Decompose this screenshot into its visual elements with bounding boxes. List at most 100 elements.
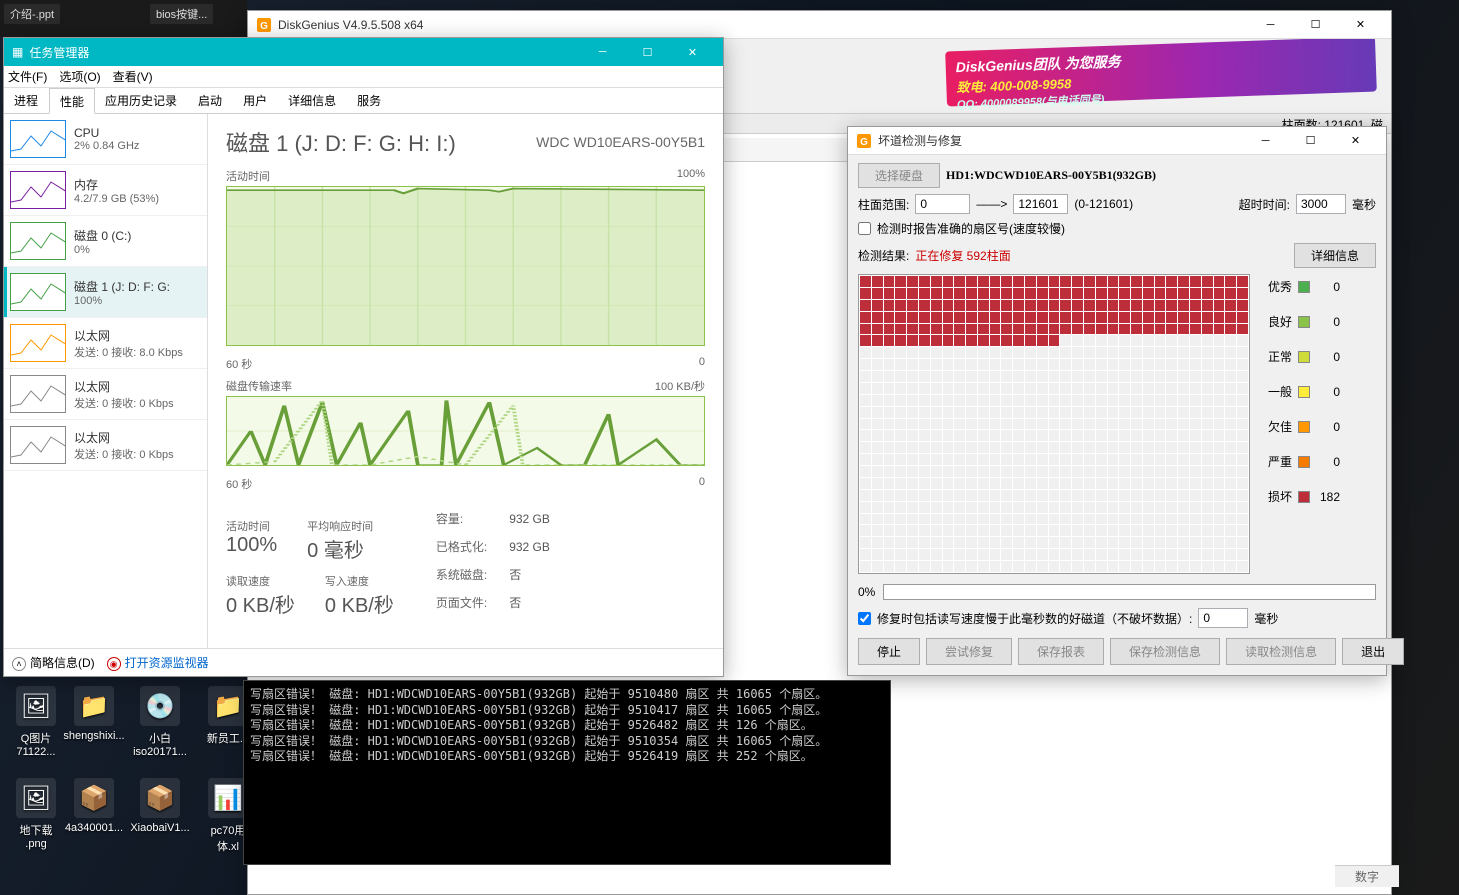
action-button[interactable]: 保存检测信息 <box>1110 638 1220 665</box>
tm-titlebar[interactable]: ▦ 任务管理器 ─ ☐ ✕ <box>4 38 723 66</box>
sidebar-item[interactable]: 磁盘 0 (C:)0% <box>4 216 207 267</box>
select-disk-button[interactable]: 选择硬盘 <box>858 163 940 188</box>
selected-disk: HD1:WDCWD10EARS-00Y5B1(932GB) <box>946 168 1156 183</box>
action-button[interactable]: 保存报表 <box>1018 638 1104 665</box>
sidebar-item[interactable]: 内存4.2/7.9 GB (53%) <box>4 165 207 216</box>
legend-item: 严重0 <box>1268 453 1340 470</box>
progress-label: 0% <box>858 585 875 599</box>
dg-titlebar[interactable]: G DiskGenius V4.9.5.508 x64 ─ ☐ ✕ <box>248 11 1391 39</box>
tab-性能[interactable]: 性能 <box>49 88 95 114</box>
menu-item[interactable]: 文件(F) <box>8 68 47 85</box>
minimize-button[interactable]: ─ <box>1248 11 1293 39</box>
menu-item[interactable]: 查看(V) <box>113 68 153 85</box>
taskbar-tab[interactable]: 介绍-.ppt <box>4 4 60 24</box>
tm-main-panel: WDC WD10EARS-00Y5B1 磁盘 1 (J: D: F: G: H:… <box>208 114 723 648</box>
tm-footer: ˄简略信息(D) ◉打开资源监视器 <box>4 648 723 676</box>
sidebar-item[interactable]: 以太网发送: 0 接收: 0 Kbps <box>4 420 207 471</box>
file-icon: 📁 <box>74 686 114 726</box>
desktop-icon[interactable]: 📦XiaobaiV1... <box>128 778 192 834</box>
maximize-button[interactable]: ☐ <box>1293 11 1338 39</box>
desktop-icon[interactable]: 💿小白iso20171... <box>128 686 192 758</box>
desktop-icon[interactable]: 🖼Q图片71122... <box>4 686 68 758</box>
monitor-icon: ◉ <box>107 657 121 671</box>
diskgenius-icon: G <box>856 133 872 149</box>
bad-sector-dialog: G 坏道检测与修复 ─ ☐ ✕ 选择硬盘 HD1:WDCWD10EARS-00Y… <box>847 126 1387 676</box>
stat: 读取速度0 KB/秒 <box>226 573 295 618</box>
cyl-from-input[interactable] <box>915 194 970 214</box>
legend-item: 优秀0 <box>1268 278 1340 295</box>
sidebar-item[interactable]: 以太网发送: 0 接收: 8.0 Kbps <box>4 318 207 369</box>
tab-启动[interactable]: 启动 <box>188 88 233 113</box>
tab-应用历史记录[interactable]: 应用历史记录 <box>95 88 188 113</box>
status-bar: 数字 <box>1335 865 1399 887</box>
brief-info-toggle[interactable]: ˄简略信息(D) <box>12 654 95 671</box>
console-log: 写扇区错误！ 磁盘: HD1:WDCWD10EARS-00Y5B1(932GB)… <box>243 680 891 865</box>
repair-slow-checkbox[interactable] <box>858 612 871 625</box>
maximize-button[interactable]: ☐ <box>1288 127 1333 155</box>
minimize-button[interactable]: ─ <box>1243 127 1288 155</box>
action-button[interactable]: 停止 <box>858 638 920 665</box>
file-icon: 📊 <box>208 778 248 818</box>
thumb-chart-icon <box>10 171 66 209</box>
accurate-sector-checkbox[interactable] <box>858 222 871 235</box>
tab-详细信息[interactable]: 详细信息 <box>278 88 347 113</box>
legend-item: 正常0 <box>1268 348 1340 365</box>
timeout-input[interactable] <box>1296 194 1346 214</box>
thumb-chart-icon <box>10 222 66 260</box>
repair-threshold-input[interactable] <box>1198 608 1248 628</box>
disk-info-table: 容量:932 GB已格式化:932 GB系统磁盘:否页面文件:否 <box>434 504 552 618</box>
legend: 优秀0良好0正常0一般0欠佳0严重0损坏182 <box>1268 274 1340 574</box>
desktop-icon[interactable]: 🖼地下载.png <box>4 778 68 850</box>
stat: 平均响应时间0 毫秒 <box>307 518 373 563</box>
svg-text:G: G <box>260 21 268 32</box>
diskgenius-icon: G <box>256 17 272 33</box>
file-icon: 🖼 <box>16 686 56 726</box>
close-button[interactable]: ✕ <box>1333 127 1378 155</box>
tab-进程[interactable]: 进程 <box>4 88 49 113</box>
thumb-chart-icon <box>10 273 66 311</box>
sidebar-item[interactable]: 以太网发送: 0 接收: 0 Kbps <box>4 369 207 420</box>
stat: 写入速度0 KB/秒 <box>325 573 394 618</box>
tm-sidebar: CPU2% 0.84 GHz内存4.2/7.9 GB (53%)磁盘 0 (C:… <box>4 114 208 648</box>
svg-text:G: G <box>860 137 868 148</box>
file-icon: 🖼 <box>16 778 56 818</box>
action-button[interactable]: 退出 <box>1342 638 1404 665</box>
desktop-icon[interactable]: 📁shengshixi... <box>62 686 126 742</box>
file-icon: 💿 <box>140 686 180 726</box>
resource-monitor-link[interactable]: ◉打开资源监视器 <box>107 654 209 671</box>
chevron-up-icon: ˄ <box>12 657 26 671</box>
taskbar-fragment: 介绍-.ppt bios按键... <box>0 0 247 37</box>
file-icon: 📦 <box>74 778 114 818</box>
sidebar-item[interactable]: CPU2% 0.84 GHz <box>4 114 207 165</box>
stat: 活动时间100% <box>226 518 277 563</box>
close-button[interactable]: ✕ <box>1338 11 1383 39</box>
action-button[interactable]: 读取检测信息 <box>1226 638 1336 665</box>
legend-item: 良好0 <box>1268 313 1340 330</box>
sidebar-item[interactable]: 磁盘 1 (J: D: F: G:100% <box>4 267 207 318</box>
sector-grid <box>858 274 1250 574</box>
thumb-chart-icon <box>10 426 66 464</box>
action-button[interactable]: 尝试修复 <box>926 638 1012 665</box>
detail-button[interactable]: 详细信息 <box>1294 243 1376 268</box>
bsd-titlebar[interactable]: G 坏道检测与修复 ─ ☐ ✕ <box>848 127 1386 155</box>
disk-model: WDC WD10EARS-00Y5B1 <box>536 134 705 150</box>
dg-ad-banner: DiskGenius团队 为您服务 致电: 400-008-9958 QQ: 4… <box>945 39 1377 106</box>
close-button[interactable]: ✕ <box>670 38 715 66</box>
thumb-chart-icon <box>10 375 66 413</box>
file-icon: 📁 <box>208 686 248 726</box>
desktop-icon[interactable]: 📦4a340001... <box>62 778 126 834</box>
cyl-to-input[interactable] <box>1013 194 1068 214</box>
legend-item: 欠佳0 <box>1268 418 1340 435</box>
tab-服务[interactable]: 服务 <box>347 88 392 113</box>
maximize-button[interactable]: ☐ <box>625 38 670 66</box>
file-icon: 📦 <box>140 778 180 818</box>
minimize-button[interactable]: ─ <box>580 38 625 66</box>
scan-status: 正在修复 592柱面 <box>915 247 1010 264</box>
taskbar-tab[interactable]: bios按键... <box>150 4 213 24</box>
thumb-chart-icon <box>10 120 66 158</box>
tm-menu-bar: 文件(F) 选项(O) 查看(V) <box>4 66 723 88</box>
tab-用户[interactable]: 用户 <box>233 88 278 113</box>
menu-item[interactable]: 选项(O) <box>59 68 100 85</box>
task-manager-window: ▦ 任务管理器 ─ ☐ ✕ 文件(F) 选项(O) 查看(V) 进程性能应用历史记录… <box>3 37 724 677</box>
thumb-chart-icon <box>10 324 66 362</box>
